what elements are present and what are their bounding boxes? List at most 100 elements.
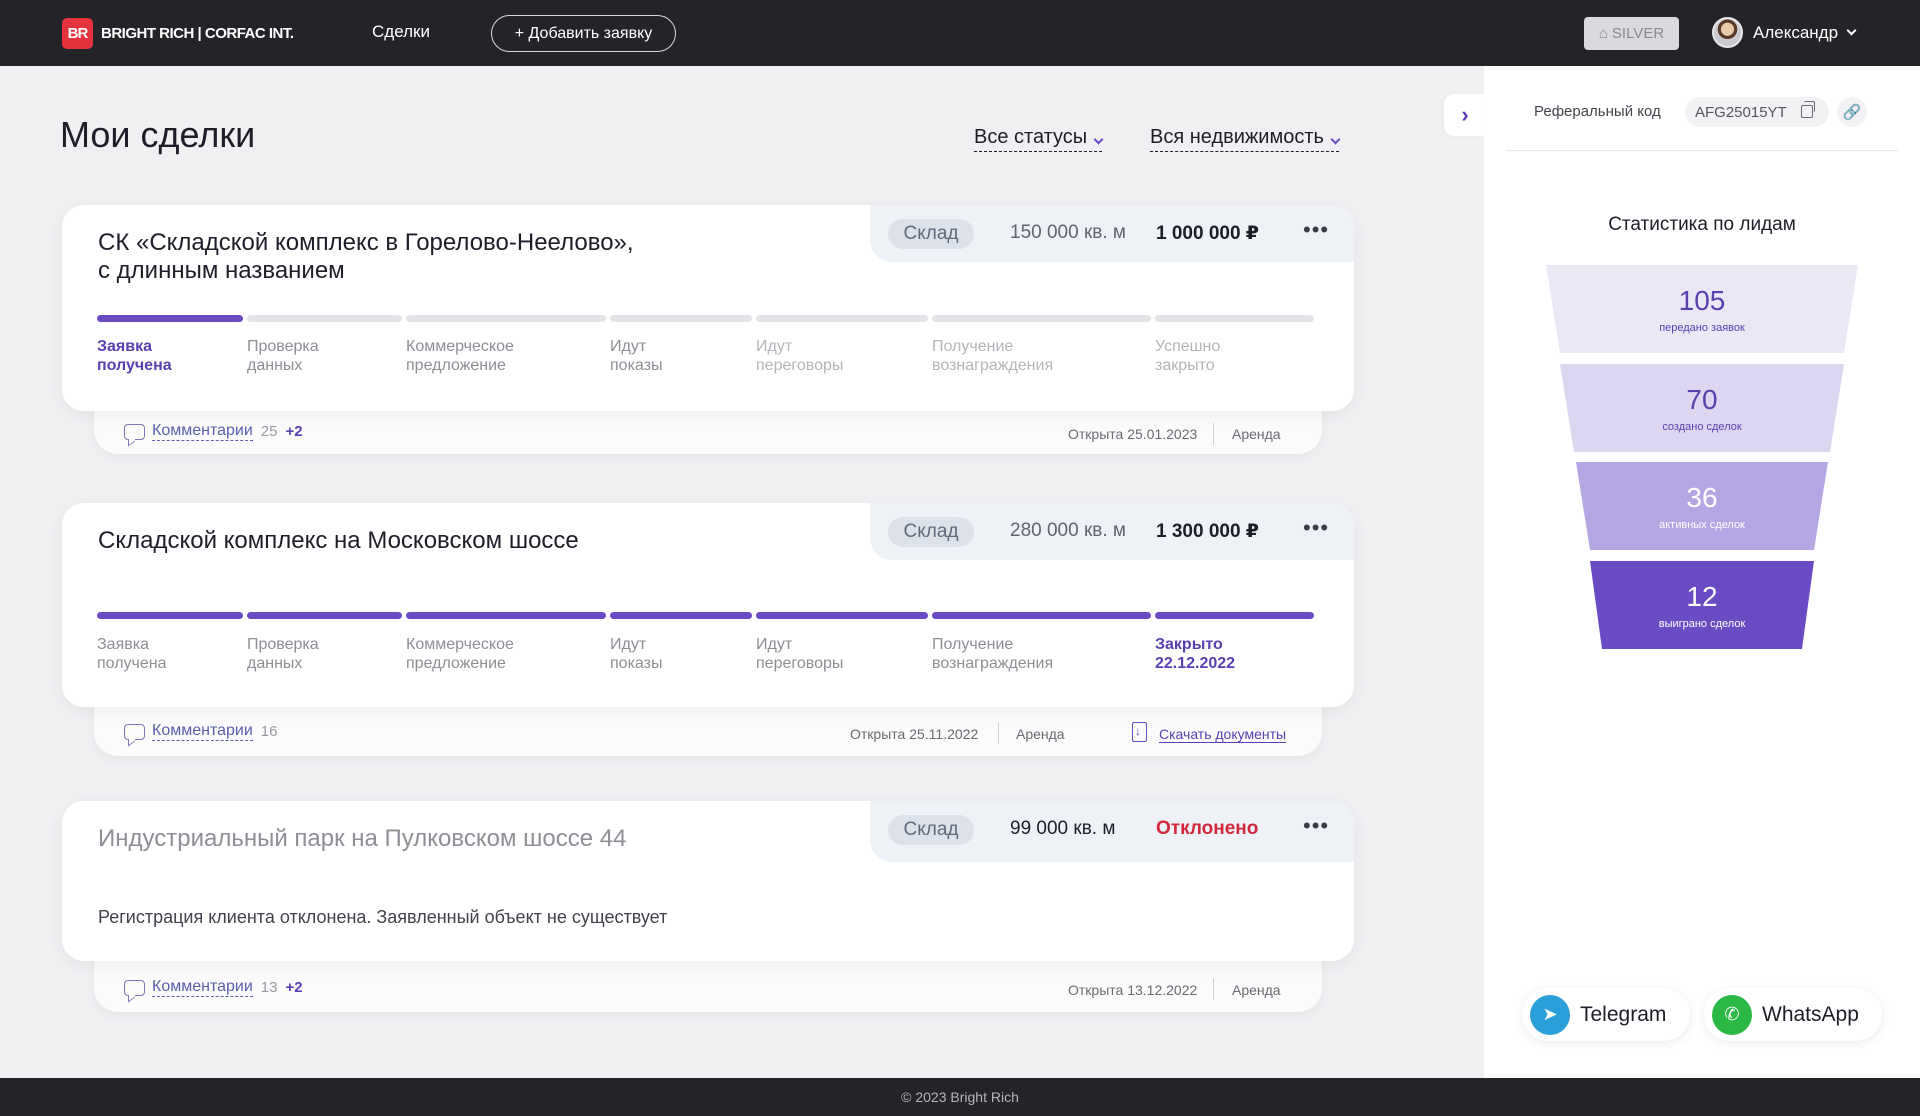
comments-new: +2 [285, 979, 303, 996]
copyright: © 2023 Bright Rich [901, 1089, 1019, 1105]
nav-deals-link[interactable]: Сделки [372, 22, 430, 42]
user-menu[interactable]: Александр [1712, 17, 1857, 48]
property-type-tag: Склад [888, 517, 974, 547]
stage-label: Идут переговоры [756, 635, 843, 673]
progress-segment [932, 315, 1151, 322]
stage-label: Идут переговоры [756, 337, 843, 375]
funnel-stage: 36 активных сделок [1546, 462, 1858, 550]
deal-card[interactable]: СК «Складской комплекс в Горелово-Неелов… [62, 205, 1354, 411]
progress-segment [97, 612, 243, 619]
deal-meta: Склад 280 000 кв. м 1 300 000 ₽ ••• [870, 503, 1354, 560]
comments-count: 25 [260, 423, 278, 440]
stage-label-line: предложение [406, 357, 506, 374]
deal-title: Складской комплекс на Московском шоссе [98, 527, 579, 554]
progress-segment [756, 612, 928, 619]
deal-area: 99 000 кв. м [1010, 818, 1116, 839]
stage-label: Идут показы [610, 337, 662, 375]
stage-label-line: показы [610, 655, 663, 672]
download-documents-link[interactable]: Скачать документы [1159, 726, 1287, 743]
funnel-stage: 12 выиграно сделок [1546, 561, 1858, 649]
property-type-tag: Склад [888, 219, 974, 249]
whatsapp-label: WhatsApp [1762, 1002, 1859, 1026]
funnel-label: выиграно сделок [1658, 618, 1746, 630]
funnel-value: 12 [1686, 581, 1718, 612]
stats-title: Статистика по лидам [1608, 214, 1796, 235]
chevron-down-icon [1330, 134, 1341, 145]
progress-segment [932, 612, 1151, 619]
funnel-value: 105 [1678, 285, 1726, 316]
status-filter-dropdown[interactable]: Все статусы [974, 126, 1104, 152]
stage-label-line: данных [247, 357, 303, 374]
funnel-label: активных сделок [1659, 519, 1745, 531]
deal-card[interactable]: Складской комплекс на Московском шоссе С… [62, 503, 1354, 707]
stage-label: Проверка данных [247, 337, 319, 375]
comments-link[interactable]: Комментарии 25 +2 [124, 422, 303, 441]
deal-area: 150 000 кв. м [1010, 222, 1126, 243]
stage-label-line: Идут [756, 636, 793, 653]
deal-status-rejected: Отклонено [1156, 818, 1259, 839]
copy-icon[interactable] [1801, 101, 1815, 118]
property-filter-dropdown[interactable]: Вся недвижимость [1150, 126, 1341, 152]
stage-label: Идут показы [610, 635, 662, 673]
more-options-icon[interactable]: ••• [1303, 217, 1329, 243]
comments-label: Комментарии [152, 978, 253, 997]
stage-label-line: 22.12.2022 [1155, 655, 1236, 672]
telegram-label: Telegram [1580, 1002, 1667, 1026]
comments-link[interactable]: Комментарии 16 [124, 722, 277, 741]
referral-code-field[interactable]: AFG25015YT [1685, 97, 1829, 127]
collapse-sidebar-button[interactable]: › [1444, 94, 1486, 136]
funnel-value: 36 [1686, 482, 1718, 513]
stage-label-line: получена [97, 357, 172, 374]
stage-label: Заявка получена [97, 337, 172, 375]
stage-label: Получение вознаграждения [932, 635, 1053, 673]
deal-card[interactable]: Индустриальный парк на Пулковском шоссе … [62, 801, 1354, 961]
opened-date: Открыта 25.01.2023 [1068, 426, 1198, 442]
stage-label: Проверка данных [247, 635, 319, 673]
divider [1213, 978, 1214, 1000]
deal-type: Аренда [1232, 982, 1281, 998]
more-options-icon[interactable]: ••• [1303, 515, 1329, 541]
deal-title-line: с длинным названием [98, 257, 345, 284]
more-options-icon[interactable]: ••• [1303, 813, 1329, 839]
stage-label-line: показы [610, 357, 663, 374]
funnel-stage: 105 передано заявок [1546, 265, 1858, 353]
divider [1213, 423, 1214, 445]
stage-label-line: Коммерческое [406, 636, 514, 653]
progress-segment [610, 315, 752, 322]
deal-type: Аренда [1232, 426, 1281, 442]
status-filter-label: Все статусы [974, 126, 1088, 148]
comment-icon [124, 979, 145, 996]
divider [998, 722, 999, 744]
deal-area: 280 000 кв. м [1010, 520, 1126, 541]
deal-price: 1 300 000 ₽ [1156, 521, 1260, 542]
stage-label-line: Коммерческое [406, 338, 514, 355]
progress-segment [97, 315, 243, 322]
comment-icon [124, 423, 145, 440]
user-name: Александр [1753, 22, 1839, 42]
stage-label-line: Заявка [97, 338, 152, 355]
page-title: Мои сделки [60, 114, 256, 155]
deal-price: 1 000 000 ₽ [1156, 223, 1260, 244]
opened-date: Открыта 25.11.2022 [850, 726, 979, 742]
telegram-button[interactable]: ➤ Telegram [1522, 988, 1690, 1041]
logo[interactable]: BR BRIGHT RICH | CORFAC INT. [62, 18, 294, 49]
stage-label-line: данных [247, 655, 303, 672]
stage-label-line: вознаграждения [932, 357, 1054, 374]
stage-label: Коммерческое предложение [406, 337, 514, 375]
telegram-icon: ➤ [1530, 994, 1570, 1035]
comments-link[interactable]: Комментарии 13 +2 [124, 978, 303, 997]
progress-segment [406, 612, 606, 619]
stage-label-line: Проверка [247, 338, 319, 355]
page-footer: © 2023 Bright Rich [0, 1078, 1920, 1116]
progress-segment [406, 315, 606, 322]
stage-label: Закрыто 22.12.2022 [1155, 635, 1235, 673]
comment-icon [124, 723, 145, 740]
share-link-button[interactable]: 🔗 [1837, 97, 1867, 127]
stage-label-line: получена [97, 655, 167, 672]
whatsapp-button[interactable]: ✆ WhatsApp [1704, 988, 1882, 1041]
stage-label-line: закрыто [1155, 357, 1215, 374]
add-request-button[interactable]: + Добавить заявку [491, 15, 676, 52]
stage-label-line: вознаграждения [932, 655, 1054, 672]
funnel-value: 70 [1686, 384, 1718, 415]
stage-label-line: Заявка [97, 636, 149, 653]
